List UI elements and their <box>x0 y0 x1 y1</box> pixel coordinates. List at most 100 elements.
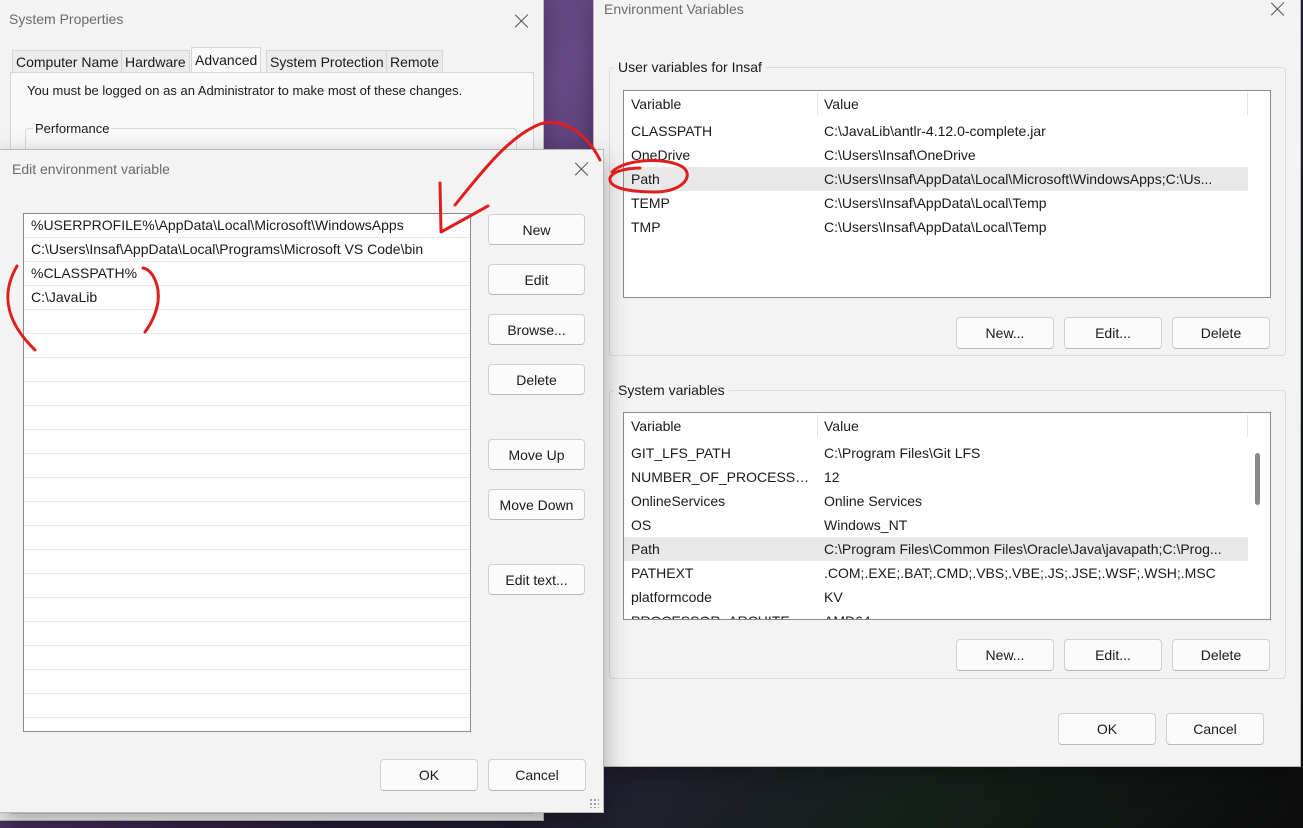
system-var-name: PROCESSOR_ARCHITECTURE <box>631 609 811 619</box>
edit-text-button[interactable]: Edit text... <box>488 564 585 595</box>
empty-entry[interactable] <box>24 622 470 646</box>
user-var-value: C:\Users\Insaf\AppData\Local\Temp <box>824 219 1047 235</box>
path-entry[interactable]: C:\JavaLib <box>24 286 470 310</box>
system-var-row-processor-architecture[interactable]: PROCESSOR_ARCHITECTURE AMD64 <box>624 609 1248 619</box>
empty-entry[interactable] <box>24 454 470 478</box>
system-var-row-platformcode[interactable]: platformcode KV <box>624 585 1248 609</box>
system-var-name: OS <box>631 517 652 533</box>
empty-entry[interactable] <box>24 574 470 598</box>
column-header-variable[interactable]: Variable <box>631 413 681 439</box>
system-properties-titlebar[interactable]: System Properties <box>0 0 543 34</box>
user-var-value: C:\Users\Insaf\AppData\Local\Microsoft\W… <box>824 171 1213 187</box>
user-var-value: C:\Users\Insaf\OneDrive <box>824 147 976 163</box>
system-var-value: Windows_NT <box>824 517 908 533</box>
environment-variables-close-icon[interactable] <box>1267 0 1289 20</box>
environment-variables-cancel-button[interactable]: Cancel <box>1166 713 1264 745</box>
user-var-name: TMP <box>631 219 661 235</box>
empty-entry[interactable] <box>24 694 470 718</box>
system-var-name: platformcode <box>631 589 712 605</box>
edit-entry-button[interactable]: Edit <box>488 264 585 295</box>
user-var-row-temp[interactable]: TEMP C:\Users\Insaf\AppData\Local\Temp <box>624 191 1248 215</box>
browse-button[interactable]: Browse... <box>488 314 585 345</box>
new-entry-button[interactable]: New <box>488 214 585 245</box>
tab-remote[interactable]: Remote <box>386 50 444 72</box>
system-var-row-git-lfs-path[interactable]: GIT_LFS_PATH C:\Program Files\Git LFS <box>624 441 1248 465</box>
edit-dialog-cancel-button[interactable]: Cancel <box>488 759 586 791</box>
system-variables-scrollbar[interactable] <box>1255 453 1260 505</box>
system-variables-label: System variables <box>614 382 729 398</box>
environment-variables-ok-button[interactable]: OK <box>1058 713 1156 745</box>
empty-entry[interactable] <box>24 334 470 358</box>
empty-entry[interactable] <box>24 382 470 406</box>
user-var-value: C:\Users\Insaf\AppData\Local\Temp <box>824 195 1047 211</box>
system-var-value: 12 <box>824 469 840 485</box>
empty-entry[interactable] <box>24 646 470 670</box>
path-entries-list[interactable]: %USERPROFILE%\AppData\Local\Microsoft\Wi… <box>23 213 471 732</box>
empty-entry[interactable] <box>24 550 470 574</box>
system-var-name: PATHEXT <box>631 565 694 581</box>
system-var-value: Online Services <box>824 493 923 509</box>
resize-grip-icon[interactable] <box>589 798 599 808</box>
user-variables-list[interactable]: Variable Value CLASSPATH C:\JavaLib\antl… <box>623 90 1271 298</box>
empty-entry[interactable] <box>24 430 470 454</box>
system-var-row-path[interactable]: Path C:\Program Files\Common Files\Oracl… <box>624 537 1248 561</box>
system-delete-button[interactable]: Delete <box>1172 639 1270 671</box>
user-new-button[interactable]: New... <box>956 317 1054 349</box>
edit-dialog-titlebar[interactable]: Edit environment variable <box>0 150 603 184</box>
move-up-button[interactable]: Move Up <box>488 439 585 470</box>
system-var-name: NUMBER_OF_PROCESSORS <box>631 469 816 485</box>
path-entry[interactable]: %CLASSPATH% <box>24 262 470 286</box>
edit-dialog-close-icon[interactable] <box>571 158 593 180</box>
user-var-value: C:\JavaLib\antlr-4.12.0-complete.jar <box>824 123 1046 139</box>
environment-variables-titlebar[interactable]: Environment Variables <box>594 0 1300 28</box>
path-entry[interactable]: %USERPROFILE%\AppData\Local\Microsoft\Wi… <box>24 214 470 238</box>
system-var-row-pathext[interactable]: PATHEXT .COM;.EXE;.BAT;.CMD;.VBS;.VBE;.J… <box>624 561 1248 585</box>
tab-system-protection[interactable]: System Protection <box>266 50 388 72</box>
system-var-name: OnlineServices <box>631 493 726 509</box>
user-var-row-tmp[interactable]: TMP C:\Users\Insaf\AppData\Local\Temp <box>624 215 1248 239</box>
empty-entry[interactable] <box>24 598 470 622</box>
column-header-value[interactable]: Value <box>824 91 859 117</box>
move-down-button[interactable]: Move Down <box>488 489 585 520</box>
system-var-value: C:\Program Files\Git LFS <box>824 445 981 461</box>
tab-hardware[interactable]: Hardware <box>121 50 190 72</box>
empty-entry[interactable] <box>24 670 470 694</box>
column-header-variable[interactable]: Variable <box>631 91 681 117</box>
empty-entry[interactable] <box>24 478 470 502</box>
empty-entry[interactable] <box>24 502 470 526</box>
system-var-row-onlineservices[interactable]: OnlineServices Online Services <box>624 489 1248 513</box>
user-var-name: OneDrive <box>631 147 691 163</box>
edit-environment-variable-dialog: Edit environment variable %USERPROFILE%\… <box>0 150 603 812</box>
empty-entry[interactable] <box>24 526 470 550</box>
user-variables-header: Variable Value <box>624 91 1270 117</box>
system-var-row-os[interactable]: OS Windows_NT <box>624 513 1248 537</box>
system-var-value: KV <box>824 589 843 605</box>
system-variables-list[interactable]: Variable Value GIT_LFS_PATH C:\Program F… <box>623 412 1271 620</box>
column-header-value[interactable]: Value <box>824 413 859 439</box>
user-var-row-classpath[interactable]: CLASSPATH C:\JavaLib\antlr-4.12.0-comple… <box>624 119 1248 143</box>
user-delete-button[interactable]: Delete <box>1172 317 1270 349</box>
user-edit-button[interactable]: Edit... <box>1064 317 1162 349</box>
tab-computer-name[interactable]: Computer Name <box>12 50 123 72</box>
empty-entry[interactable] <box>24 406 470 430</box>
user-variables-label: User variables for Insaf <box>614 59 766 75</box>
system-variables-header: Variable Value <box>624 413 1270 439</box>
path-entry[interactable]: C:\Users\Insaf\AppData\Local\Programs\Mi… <box>24 238 470 262</box>
tab-advanced[interactable]: Advanced <box>191 47 262 73</box>
delete-entry-button[interactable]: Delete <box>488 364 585 395</box>
admin-note: You must be logged on as an Administrato… <box>27 83 463 98</box>
empty-entry[interactable] <box>24 358 470 382</box>
system-edit-button[interactable]: Edit... <box>1064 639 1162 671</box>
system-var-row-number-of-processors[interactable]: NUMBER_OF_PROCESSORS 12 <box>624 465 1248 489</box>
environment-variables-title: Environment Variables <box>604 1 744 17</box>
edit-dialog-ok-button[interactable]: OK <box>380 759 478 791</box>
user-var-row-path[interactable]: Path C:\Users\Insaf\AppData\Local\Micros… <box>624 167 1248 191</box>
system-new-button[interactable]: New... <box>956 639 1054 671</box>
system-properties-close-icon[interactable] <box>511 10 533 32</box>
empty-entry[interactable] <box>24 310 470 334</box>
environment-variables-window: Environment Variables User variables for… <box>594 0 1300 766</box>
system-properties-title: System Properties <box>9 11 124 27</box>
system-var-name: GIT_LFS_PATH <box>631 445 731 461</box>
user-var-row-onedrive[interactable]: OneDrive C:\Users\Insaf\OneDrive <box>624 143 1248 167</box>
user-var-name: TEMP <box>631 195 670 211</box>
